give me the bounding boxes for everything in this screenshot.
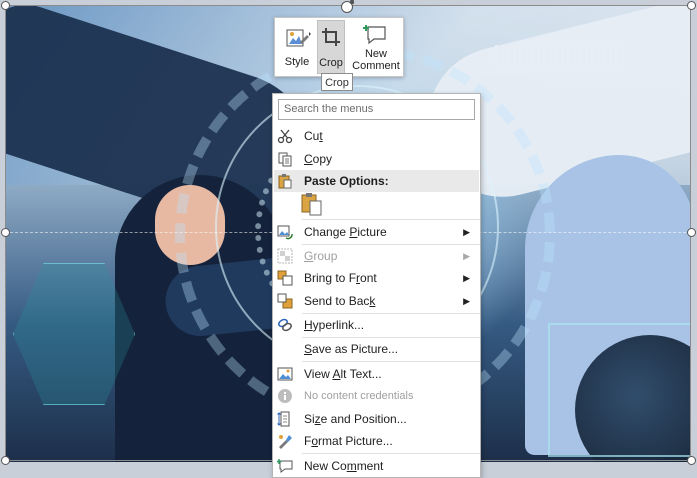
new-comment-icon (363, 25, 386, 45)
rotate-handle[interactable] (341, 0, 354, 13)
menu-item-view-alt-text-label: View Alt Text... (304, 367, 382, 381)
change-picture-icon (277, 225, 293, 240)
menu-item-hyperlink[interactable]: Hyperlink... (274, 314, 479, 336)
paste-options-header: Paste Options: (274, 170, 479, 192)
mini-toolbar: Style Crop New Comment (274, 17, 404, 77)
menu-item-content-credentials: No content credentials (274, 385, 479, 407)
style-button[interactable]: Style (279, 20, 315, 74)
info-icon (278, 389, 292, 403)
menu-item-copy-label: Copy (304, 152, 333, 166)
search-menus-input[interactable]: Search the menus (278, 99, 475, 120)
format-picture-icon (279, 435, 292, 449)
style-icon (286, 29, 311, 47)
crop-button[interactable]: Crop (317, 20, 345, 74)
hyperlink-icon (278, 318, 292, 332)
style-label: Style (284, 56, 310, 68)
send-to-back-icon (277, 293, 293, 309)
menu-item-cut-label: Cut (304, 129, 323, 143)
crop-label: Crop (319, 57, 343, 69)
menu-item-send-to-back[interactable]: Send to Back ▶ (274, 290, 479, 312)
group-icon (277, 248, 293, 264)
scissors-icon (277, 129, 293, 144)
resize-handle-top-right[interactable] (687, 1, 696, 10)
bring-to-front-icon (277, 270, 293, 286)
menu-item-send-to-back-label: Send to Back (304, 294, 376, 308)
submenu-arrow-icon: ▶ (463, 227, 470, 237)
resize-handle-middle-left[interactable] (1, 228, 10, 237)
menu-item-hyperlink-label: Hyperlink... (304, 318, 365, 332)
paste-options-label: Paste Options: (304, 174, 389, 188)
submenu-arrow-icon: ▶ (463, 251, 470, 261)
resize-handle-bottom-left[interactable] (1, 456, 10, 465)
menu-item-format-picture-label: Format Picture... (304, 434, 393, 448)
menu-item-view-alt-text[interactable]: View Alt Text... (274, 363, 479, 385)
menu-item-copy[interactable]: Copy (274, 148, 479, 170)
new-comment-label: New Comment (352, 48, 400, 72)
menu-item-change-picture[interactable]: Change Picture ▶ (274, 221, 479, 243)
menu-item-content-credentials-label: No content credentials (304, 390, 414, 402)
menu-item-cut[interactable]: Cut (274, 125, 479, 147)
menu-item-save-as-picture-label: Save as Picture... (304, 342, 399, 356)
crop-icon (322, 28, 340, 46)
context-menu: Search the menus Cut Copy Paste Options: (272, 93, 481, 478)
resize-handle-top-left[interactable] (1, 1, 10, 10)
resize-handle-middle-right[interactable] (687, 228, 696, 237)
clipboard-icon (278, 174, 292, 189)
copy-icon (278, 152, 292, 167)
menu-item-bring-to-front-label: Bring to Front (304, 271, 377, 285)
menu-item-new-comment[interactable]: New Comment (274, 455, 479, 477)
resize-handle-bottom-right[interactable] (687, 456, 696, 465)
paste-keep-formatting-icon[interactable] (301, 192, 323, 216)
submenu-arrow-icon: ▶ (463, 273, 470, 283)
menu-item-save-as-picture[interactable]: Save as Picture... (274, 338, 479, 360)
menu-separator (302, 453, 480, 454)
menu-item-format-picture[interactable]: Format Picture... (274, 430, 479, 452)
submenu-arrow-icon: ▶ (463, 296, 470, 306)
alt-text-icon (277, 367, 293, 381)
menu-separator (302, 361, 480, 362)
menu-item-bring-to-front[interactable]: Bring to Front ▶ (274, 267, 479, 289)
menu-item-size-and-position-label: Size and Position... (304, 412, 407, 426)
new-comment-icon (277, 459, 293, 473)
menu-item-new-comment-label: New Comment (304, 459, 384, 473)
menu-separator (302, 219, 480, 220)
size-position-icon (277, 411, 290, 427)
menu-item-change-picture-label: Change Picture (304, 225, 387, 239)
menu-item-size-and-position[interactable]: Size and Position... (274, 408, 479, 430)
menu-item-group[interactable]: Group ▶ (274, 245, 479, 267)
new-comment-button[interactable]: New Comment (351, 20, 401, 74)
menu-item-group-label: Group (304, 249, 338, 263)
crop-tooltip: Crop (321, 73, 353, 91)
